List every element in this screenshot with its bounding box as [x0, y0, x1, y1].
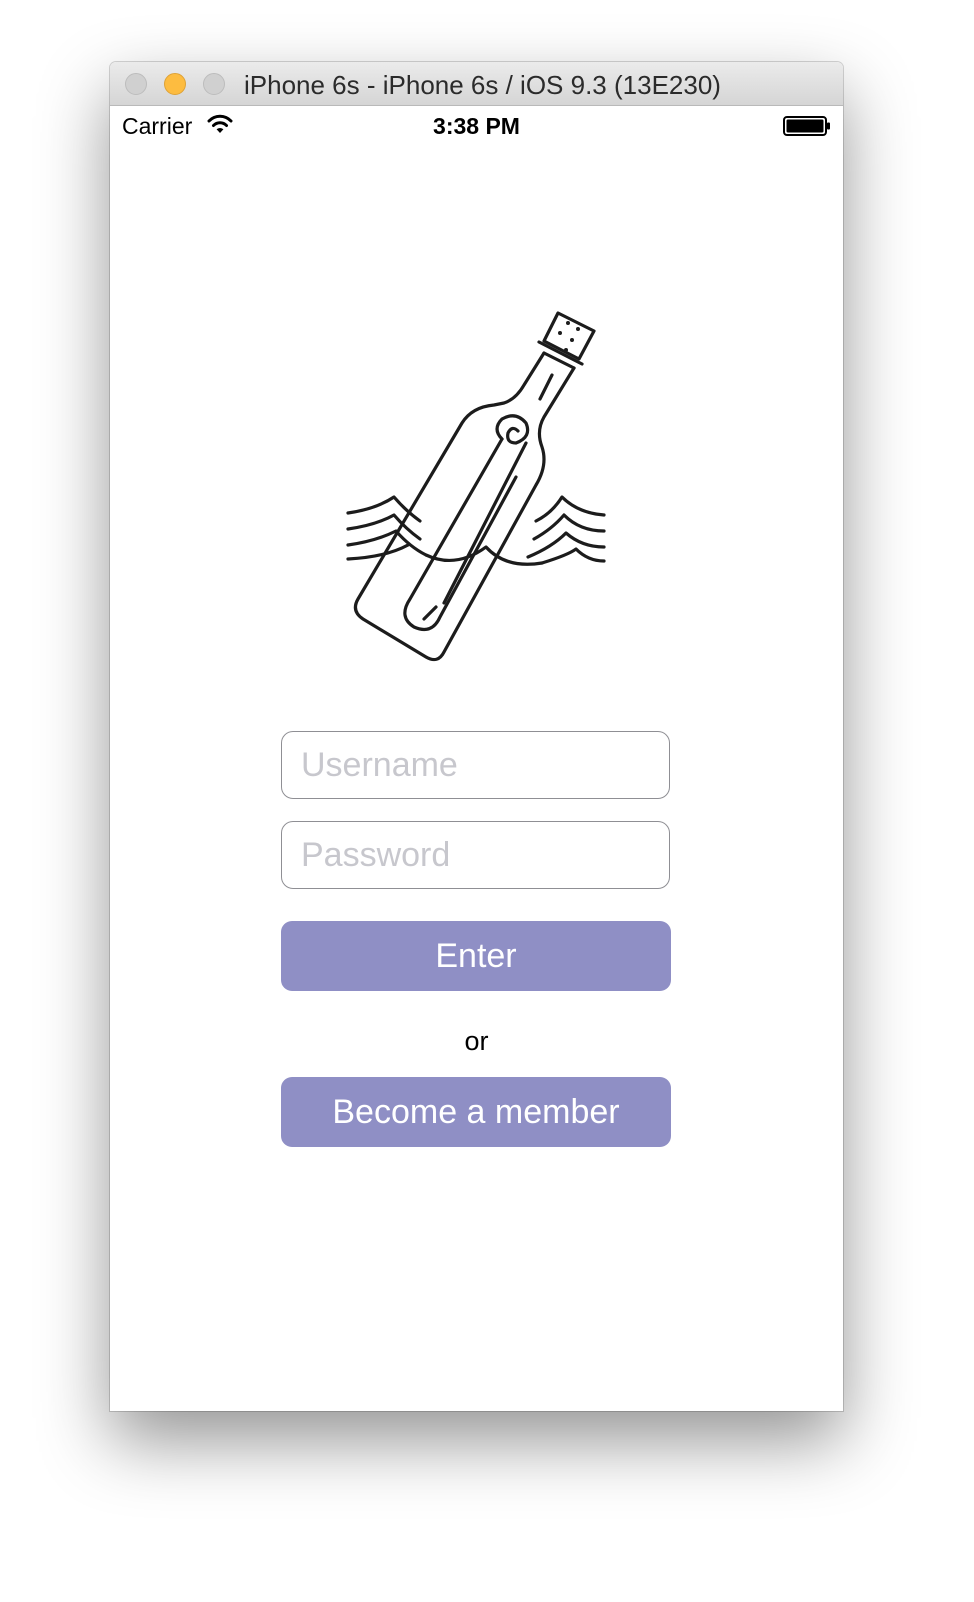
become-member-button[interactable]: Become a member — [281, 1077, 671, 1147]
battery-icon — [783, 116, 830, 136]
username-field[interactable] — [281, 731, 670, 799]
or-separator-label: or — [464, 1026, 489, 1056]
minimize-window-button[interactable] — [164, 73, 186, 95]
enter-button[interactable]: Enter — [281, 921, 671, 991]
message-in-a-bottle-icon — [346, 311, 606, 662]
simulator-window: iPhone 6s - iPhone 6s / iOS 9.3 (13E230)… — [110, 62, 843, 1411]
window-titlebar: iPhone 6s - iPhone 6s / iOS 9.3 (13E230) — [110, 62, 843, 106]
close-window-button[interactable] — [125, 73, 147, 95]
status-time: 3:38 PM — [433, 113, 520, 139]
zoom-window-button[interactable] — [203, 73, 225, 95]
ios-status-bar: Carrier 3:38 PM — [110, 106, 843, 146]
window-title: iPhone 6s - iPhone 6s / iOS 9.3 (13E230) — [244, 70, 721, 100]
password-field[interactable] — [281, 821, 670, 889]
